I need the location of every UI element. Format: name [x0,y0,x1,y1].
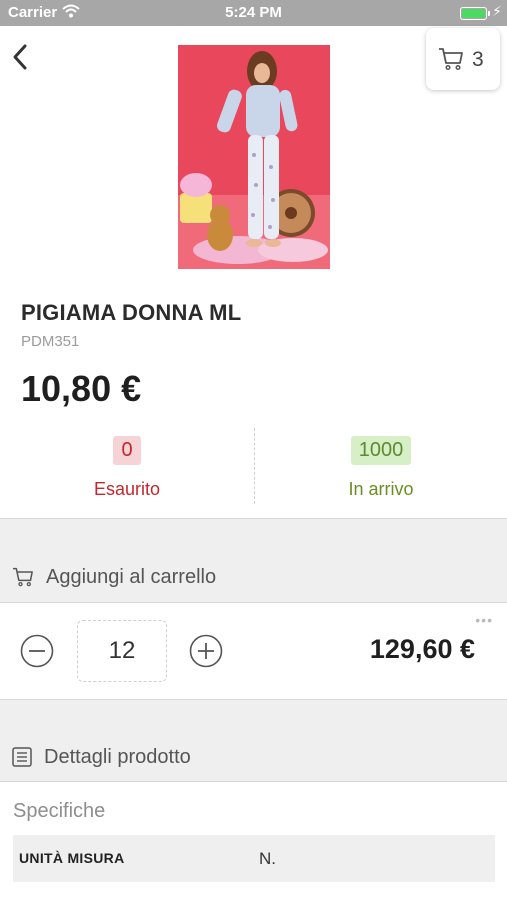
stock-available: 0 Esaurito [0,436,254,500]
quantity-input[interactable]: 12 [77,620,167,682]
stock-incoming-badge: 1000 [350,436,412,465]
cart-icon [439,48,463,71]
cart-count-badge: 3 [472,48,484,71]
product-photo [178,45,330,269]
battery-nub [488,11,490,16]
more-dots-icon[interactable]: ••• [475,612,493,628]
plus-circle-icon [189,634,223,668]
product-code: PDM351 [21,333,80,350]
details-title: Dettagli prodotto [44,745,191,768]
cart-icon [13,567,33,587]
product-image[interactable] [178,45,330,269]
details-header[interactable]: Dettagli prodotto [12,742,191,772]
back-chevron-icon [13,44,27,70]
stock-available-label: Esaurito [93,479,161,499]
cart-button[interactable]: 3 [426,28,500,90]
decrease-quantity-button[interactable] [20,634,54,668]
stock-incoming-label: In arrivo [348,479,414,499]
product-title: PIGIAMA DONNA ML [21,300,242,325]
minus-circle-icon [20,634,54,668]
add-to-cart-header: Aggiungi al carrello [12,562,216,592]
list-icon [12,747,32,767]
stock-incoming: 1000 In arrivo [254,436,507,500]
spec-key: UNITÀ MISURA [19,850,125,866]
charging-icon: ⚡ [492,3,502,19]
product-price: 10,80 € [21,368,142,409]
specs-title: Specifiche [13,800,106,822]
battery-icon [460,7,487,20]
line-total: 129,60 € [369,634,475,664]
add-to-cart-title: Aggiungi al carrello [46,565,217,588]
increase-quantity-button[interactable] [189,634,223,668]
spec-row: UNITÀ MISURA N. [13,835,495,882]
clock: 5:24 PM [225,4,282,21]
spec-value: N. [259,849,276,868]
status-bar: Carrier 5:24 PM ⚡ [0,0,507,26]
stock-available-badge: 0 [113,436,141,465]
back-button[interactable] [8,40,32,74]
